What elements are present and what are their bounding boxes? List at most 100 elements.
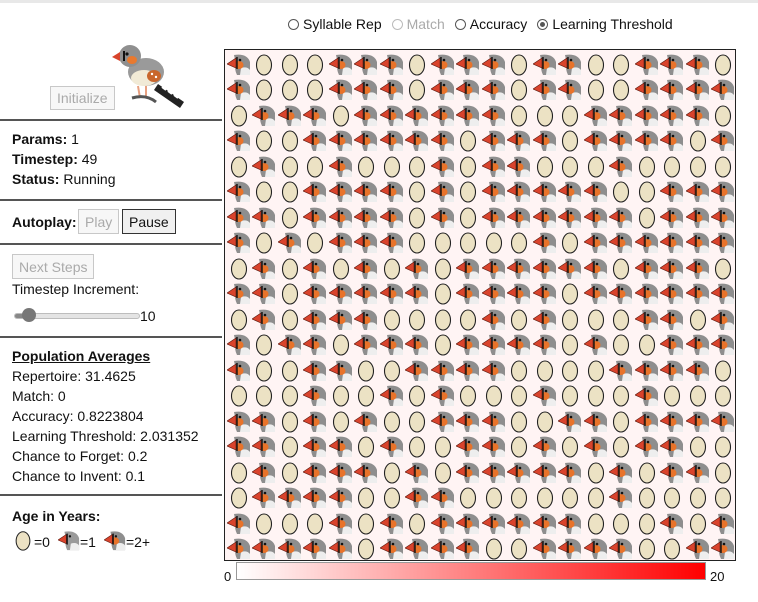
adult-bird-icon	[507, 179, 533, 205]
color-scale-bar	[236, 562, 706, 580]
egg-icon	[711, 357, 736, 383]
adult-bird-icon	[226, 51, 252, 77]
autoplay-label: Autoplay:	[12, 214, 77, 230]
egg-icon	[583, 485, 609, 511]
egg-icon	[456, 485, 482, 511]
adult-bird-icon	[558, 77, 584, 103]
egg-icon	[405, 408, 431, 434]
egg-icon	[456, 179, 482, 205]
egg-icon	[507, 408, 533, 434]
adult-bird-icon	[354, 179, 380, 205]
mode-radio-syllable-rep[interactable]: Syllable Rep	[288, 16, 382, 32]
adult-bird-icon	[379, 77, 405, 103]
egg-icon	[609, 383, 635, 409]
adult-bird-icon	[303, 306, 329, 332]
adult-bird-icon	[303, 383, 329, 409]
egg-icon	[507, 383, 533, 409]
adult-bird-icon	[481, 281, 507, 307]
egg-icon	[609, 255, 635, 281]
adult-bird-icon	[634, 408, 660, 434]
radio-dot[interactable]	[288, 18, 299, 30]
egg-icon	[303, 51, 329, 77]
adult-bird-icon	[634, 51, 660, 77]
radio-dot[interactable]	[454, 18, 466, 30]
adult-bird-icon	[558, 510, 584, 536]
adult-bird-icon	[328, 459, 354, 485]
adult-bird-icon	[354, 204, 380, 230]
egg-icon	[303, 510, 329, 536]
adult-bird-icon	[507, 204, 533, 230]
adult-bird-icon	[226, 77, 252, 103]
adult-bird-icon	[405, 255, 431, 281]
next-steps-button[interactable]: Next Steps	[12, 254, 95, 279]
adult-bird-icon	[226, 128, 252, 154]
adult-bird-icon	[634, 281, 660, 307]
egg-icon	[609, 434, 635, 460]
egg-icon	[456, 306, 482, 332]
adult-bird-icon	[609, 281, 635, 307]
egg-icon	[711, 153, 736, 179]
egg-icon	[711, 459, 736, 485]
timestep-increment-slider[interactable]	[14, 308, 140, 322]
adult-bird-icon	[711, 128, 736, 154]
radio-dot[interactable]	[391, 18, 403, 30]
adult-bird-icon	[405, 357, 431, 383]
adult-bird-icon	[481, 204, 507, 230]
egg-icon	[354, 485, 380, 511]
adult-legend-label: =2+	[125, 533, 151, 550]
adult-bird-icon	[456, 434, 482, 460]
egg-icon	[379, 255, 405, 281]
initialize-button[interactable]: Initialize	[50, 86, 115, 110]
adult-bird-icon	[354, 281, 380, 307]
egg-icon	[277, 153, 303, 179]
average-stat: Learning Threshold: 2.031352	[12, 428, 199, 444]
juvenile-legend-label: =1	[79, 533, 96, 550]
adult-bird-icon	[430, 128, 456, 154]
egg-icon	[685, 383, 711, 409]
adult-bird-icon	[328, 281, 354, 307]
adult-bird-icon	[711, 510, 736, 536]
egg-icon	[226, 459, 252, 485]
adult-bird-icon	[456, 281, 482, 307]
adult-bird-icon	[660, 281, 686, 307]
adult-bird-icon	[430, 408, 456, 434]
radio-dot[interactable]	[537, 18, 549, 30]
adult-bird-icon	[532, 128, 558, 154]
mode-radio-accuracy[interactable]: Accuracy	[454, 16, 527, 32]
egg-icon	[634, 332, 660, 358]
adult-bird-icon	[405, 332, 431, 358]
pause-button[interactable]: Pause	[122, 209, 176, 234]
egg-icon	[405, 204, 431, 230]
slider-thumb[interactable]	[21, 308, 36, 322]
egg-icon	[711, 434, 736, 460]
egg-icon	[379, 459, 405, 485]
egg-icon	[532, 153, 558, 179]
egg-icon	[507, 102, 533, 128]
egg-icon	[583, 51, 609, 77]
egg-icon	[481, 230, 507, 256]
adult-bird-icon	[328, 485, 354, 511]
adult-bird-icon	[354, 51, 380, 77]
egg-icon	[226, 306, 252, 332]
egg-icon	[558, 128, 584, 154]
adult-bird-icon	[609, 153, 635, 179]
adult-bird-icon	[609, 536, 635, 561]
adult-bird-icon	[303, 357, 329, 383]
egg-icon	[583, 459, 609, 485]
adult-bird-icon	[252, 485, 278, 511]
adult-bird-icon	[609, 204, 635, 230]
adult-bird-icon	[405, 536, 431, 561]
adult-bird-icon	[328, 179, 354, 205]
egg-icon	[532, 102, 558, 128]
adult-bird-icon	[685, 179, 711, 205]
mode-radio-learning-threshold[interactable]: Learning Threshold	[537, 16, 673, 32]
egg-icon	[583, 510, 609, 536]
adult-bird-icon	[660, 255, 686, 281]
adult-bird-icon	[507, 332, 533, 358]
egg-icon	[583, 357, 609, 383]
adult-bird-icon	[379, 383, 405, 409]
population-grid[interactable]	[224, 49, 736, 561]
adult-bird-icon	[226, 281, 252, 307]
play-button[interactable]: Play	[78, 209, 120, 234]
adult-bird-icon	[405, 128, 431, 154]
